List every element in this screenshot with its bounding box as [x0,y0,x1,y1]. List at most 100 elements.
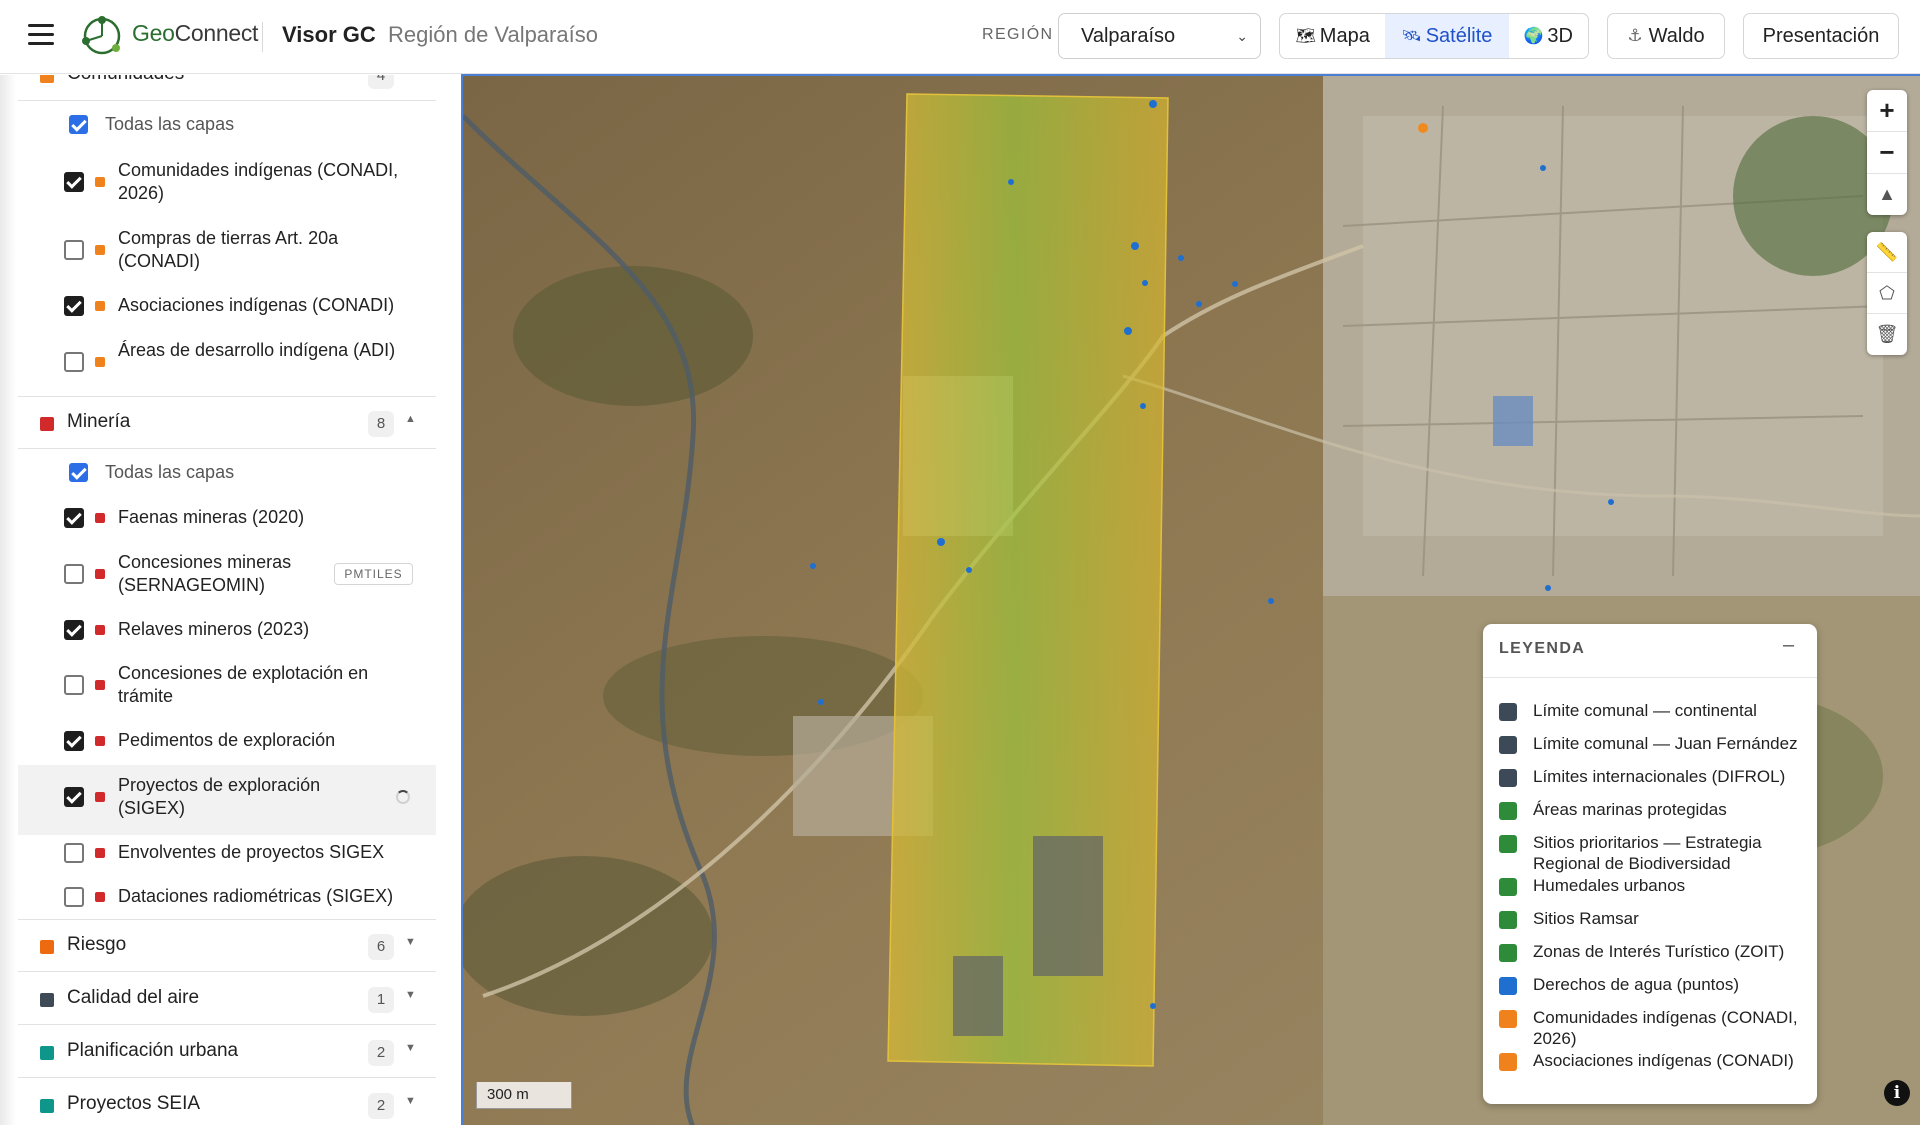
layer-swatch [95,736,105,746]
draw-polygon-button[interactable]: ⬠ [1867,273,1907,314]
layer-swatch [95,680,105,690]
category-proyectos-seia[interactable]: Proyectos SEIA 2 ▼ [18,1079,436,1125]
anchor-icon: ⚓ [1627,26,1643,45]
caret-down-icon: ▼ [405,1095,416,1107]
region-label: REGIÓN [982,26,1054,43]
view-3d-button[interactable]: 🌍 3D [1509,14,1588,58]
layer-checkbox[interactable] [64,731,84,751]
category-count: 8 [368,411,394,437]
legend-swatch [1499,1010,1517,1028]
compass-button[interactable]: ▲ [1867,174,1907,215]
caret-up-icon: ▲ [405,75,416,77]
caret-down-icon: ▼ [405,989,416,1001]
layer-checkbox[interactable] [64,843,84,863]
satellite-icon: 🛰 [1401,28,1422,45]
zoom-controls: + − ▲ [1867,90,1907,215]
info-icon[interactable]: i [1884,1080,1910,1106]
legend-panel: LEYENDA – Límite comunal — continental Lí… [1483,624,1817,1104]
category-riesgo[interactable]: Riesgo 6 ▼ [18,920,436,972]
compass-icon: ▲ [1878,184,1896,204]
legend-divider [1483,677,1817,678]
category-count: 6 [368,934,394,960]
collapse-legend-icon[interactable]: – [1783,634,1794,657]
layer-checkbox[interactable] [64,240,84,260]
layer-label: Proyectos de exploración (SIGEX) [118,775,321,818]
layer-checkbox[interactable] [64,887,84,907]
draw-controls: 📏 ⬠ 🗑 [1867,232,1907,355]
geoconnect-logo [82,16,121,55]
menu-icon[interactable] [26,24,56,48]
legend-item-label: Límites internacionales (DIFROL) [1533,767,1786,786]
layer-swatch [95,792,105,802]
legend-item-label: Humedales urbanos [1533,876,1686,895]
view-satellite-button[interactable]: 🛰 Satélite [1385,14,1509,58]
ruler-icon: 📏 [1875,241,1899,262]
legend-swatch [1499,911,1517,929]
layer-checkbox[interactable] [64,508,84,528]
measure-button[interactable]: 📏 [1867,232,1907,273]
layer-checkbox[interactable] [64,564,84,584]
app-subtitle: Región de Valparaíso [388,22,598,47]
scale-bar: 300 m [476,1082,572,1109]
layer-label: Relaves mineros (2023) [118,619,310,639]
category-calidad-aire[interactable]: Calidad del aire 1 ▼ [18,973,436,1025]
select-all-checkbox[interactable] [69,463,88,482]
category-count: 1 [368,987,394,1013]
legend-item-label: Asociaciones indígenas (CONADI) [1533,1051,1794,1070]
category-swatch [40,940,54,954]
legend-item-label: Sitios prioritarios — Estrategia Regiona… [1533,833,1762,873]
category-count: 2 [368,1093,394,1119]
layer-checkbox[interactable] [64,172,84,192]
category-mineria[interactable]: Minería 8 ▲ [18,397,436,449]
waldo-button[interactable]: ⚓ Waldo [1607,13,1725,59]
legend-item-label: Áreas marinas protegidas [1533,800,1727,819]
top-bar: GeoConnect Visor GC Región de Valparaíso… [0,0,1920,74]
category-count: 2 [368,1040,394,1066]
layer-swatch [95,301,105,311]
presentation-button[interactable]: Presentación [1743,13,1899,59]
map-icon: 🗺 [1295,28,1316,45]
chevron-down-icon: ⌄ [1236,28,1248,44]
waldo-label: Waldo [1648,24,1705,47]
region-select[interactable]: Valparaíso ⌄ [1058,13,1261,59]
category-name: Minería [67,411,131,432]
category-planificacion-urbana[interactable]: Planificación urbana 2 ▼ [18,1026,436,1078]
layer-swatch [95,569,105,579]
legend-item-label: Límite comunal — continental [1533,701,1757,720]
layer-checkbox[interactable] [64,352,84,372]
layer-label: Áreas de desarrollo indígena (ADI) [118,340,396,360]
layer-checkbox[interactable] [64,620,84,640]
map-canvas[interactable]: + − ▲ 📏 ⬠ 🗑 LEYENDA – Límite comunal — c… [461,74,1920,1125]
layer-checkbox[interactable] [64,787,84,807]
legend-swatch [1499,769,1517,787]
legend-item-label: Sitios Ramsar [1533,909,1639,928]
caret-down-icon: ▼ [405,936,416,948]
layer-label: Concesiones mineras (SERNAGEOMIN) [118,552,292,595]
category-swatch [40,75,54,83]
layer-swatch [95,513,105,523]
layer-label: Envolventes de proyectos SIGEX [118,842,385,862]
zoom-out-button[interactable]: − [1867,132,1907,174]
legend-item-label: Comunidades indígenas (CONADI, 2026) [1533,1008,1798,1048]
legend-swatch [1499,703,1517,721]
caret-up-icon: ▲ [405,413,416,425]
layer-label: Asociaciones indígenas (CONADI) [118,295,395,315]
category-comunidades[interactable]: Comunidades 4 ▲ [18,75,436,101]
view-map-button[interactable]: 🗺 Mapa [1280,14,1385,58]
sidebar-shadow [0,75,16,1125]
loading-spinner-icon [396,790,410,804]
category-name: Proyectos SEIA [67,1093,201,1114]
category-name: Planificación urbana [67,1040,239,1061]
select-all-checkbox[interactable] [69,115,88,134]
legend-swatch [1499,835,1517,853]
legend-title: LEYENDA [1499,640,1586,657]
layer-label: Comunidades indígenas (CONADI, 2026) [118,160,399,203]
layer-checkbox[interactable] [64,296,84,316]
category-name: Riesgo [67,934,127,955]
layer-label: Concesiones de explotación en trámite [118,663,369,706]
layer-swatch [95,892,105,902]
zoom-in-button[interactable]: + [1867,90,1907,132]
delete-drawing-button[interactable]: 🗑 [1867,314,1907,355]
trash-icon: 🗑 [1875,324,1899,344]
layer-checkbox[interactable] [64,675,84,695]
